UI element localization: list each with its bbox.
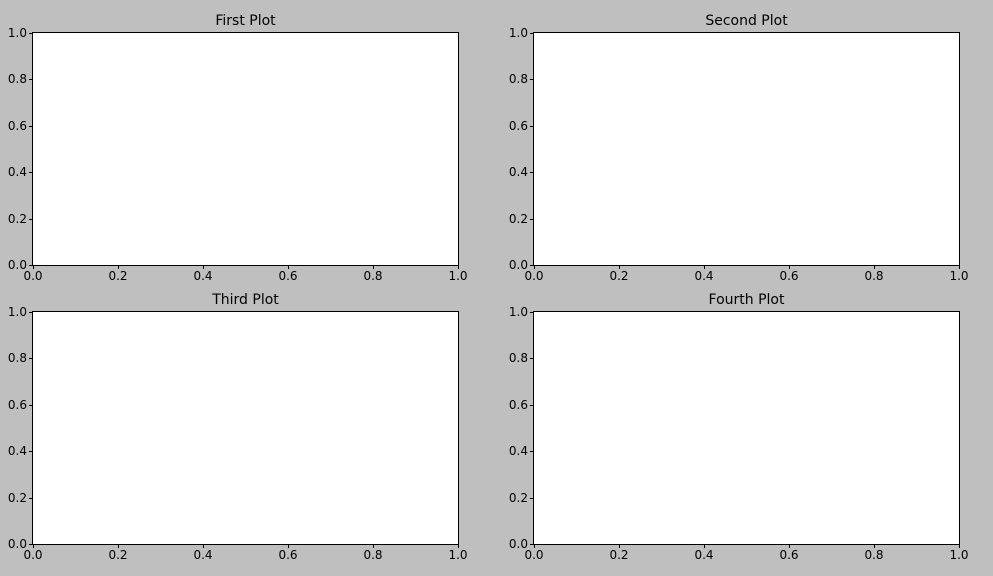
ytick-label: 0.4 [509,165,528,179]
xtick-label: 0.6 [278,548,297,562]
ytick-label: 0.6 [509,119,528,133]
xtick-label: 0.4 [193,269,212,283]
xtick-label: 0.0 [524,269,543,283]
plot-area: First Plot 0.0 0.2 0.4 0.6 0.8 1.0 0.0 0… [32,32,459,266]
xtick-label: 0.6 [779,269,798,283]
xtick-label: 1.0 [448,269,467,283]
subplot-first: First Plot 0.0 0.2 0.4 0.6 0.8 1.0 0.0 0… [32,32,459,266]
plot-area: Third Plot 0.0 0.2 0.4 0.6 0.8 1.0 0.0 0… [32,311,459,545]
xtick-label: 0.0 [23,548,42,562]
ytick-label: 1.0 [8,26,27,40]
plot-area: Second Plot 0.0 0.2 0.4 0.6 0.8 1.0 0.0 … [533,32,960,266]
plot-title: Second Plot [705,13,787,29]
xtick-label: 1.0 [949,548,968,562]
xtick-label: 0.4 [694,548,713,562]
ytick-label: 0.2 [8,212,27,226]
xtick-label: 0.6 [779,548,798,562]
ytick-label: 0.4 [8,165,27,179]
xtick-label: 0.0 [23,269,42,283]
xtick-label: 0.8 [363,548,382,562]
xtick-label: 0.2 [609,269,628,283]
ytick-label: 0.2 [8,491,27,505]
plot-title: Third Plot [212,292,279,308]
ytick-label: 0.6 [8,398,27,412]
xtick-label: 0.0 [524,548,543,562]
subplot-second: Second Plot 0.0 0.2 0.4 0.6 0.8 1.0 0.0 … [533,32,960,266]
xtick-label: 1.0 [949,269,968,283]
xtick-label: 0.2 [108,269,127,283]
xtick-label: 0.8 [864,548,883,562]
subplot-third: Third Plot 0.0 0.2 0.4 0.6 0.8 1.0 0.0 0… [32,311,459,545]
xtick-label: 0.6 [278,269,297,283]
ytick-label: 1.0 [8,305,27,319]
plot-title: First Plot [215,13,275,29]
xtick-label: 0.2 [108,548,127,562]
plot-title: Fourth Plot [709,292,785,308]
ytick-label: 1.0 [509,305,528,319]
figure: First Plot 0.0 0.2 0.4 0.6 0.8 1.0 0.0 0… [0,0,993,576]
ytick-label: 1.0 [509,26,528,40]
ytick-label: 0.2 [509,212,528,226]
plot-area: Fourth Plot 0.0 0.2 0.4 0.6 0.8 1.0 0.0 … [533,311,960,545]
xtick-label: 0.8 [864,269,883,283]
xtick-label: 0.8 [363,269,382,283]
subplot-fourth: Fourth Plot 0.0 0.2 0.4 0.6 0.8 1.0 0.0 … [533,311,960,545]
ytick-label: 0.6 [8,119,27,133]
xtick-label: 0.4 [193,548,212,562]
ytick-label: 0.4 [8,444,27,458]
xtick-label: 0.2 [609,548,628,562]
ytick-label: 0.2 [509,491,528,505]
xtick-label: 1.0 [448,548,467,562]
ytick-label: 0.8 [8,72,27,86]
ytick-label: 0.8 [8,351,27,365]
ytick-label: 0.6 [509,398,528,412]
ytick-label: 0.8 [509,351,528,365]
ytick-label: 0.4 [509,444,528,458]
ytick-label: 0.8 [509,72,528,86]
